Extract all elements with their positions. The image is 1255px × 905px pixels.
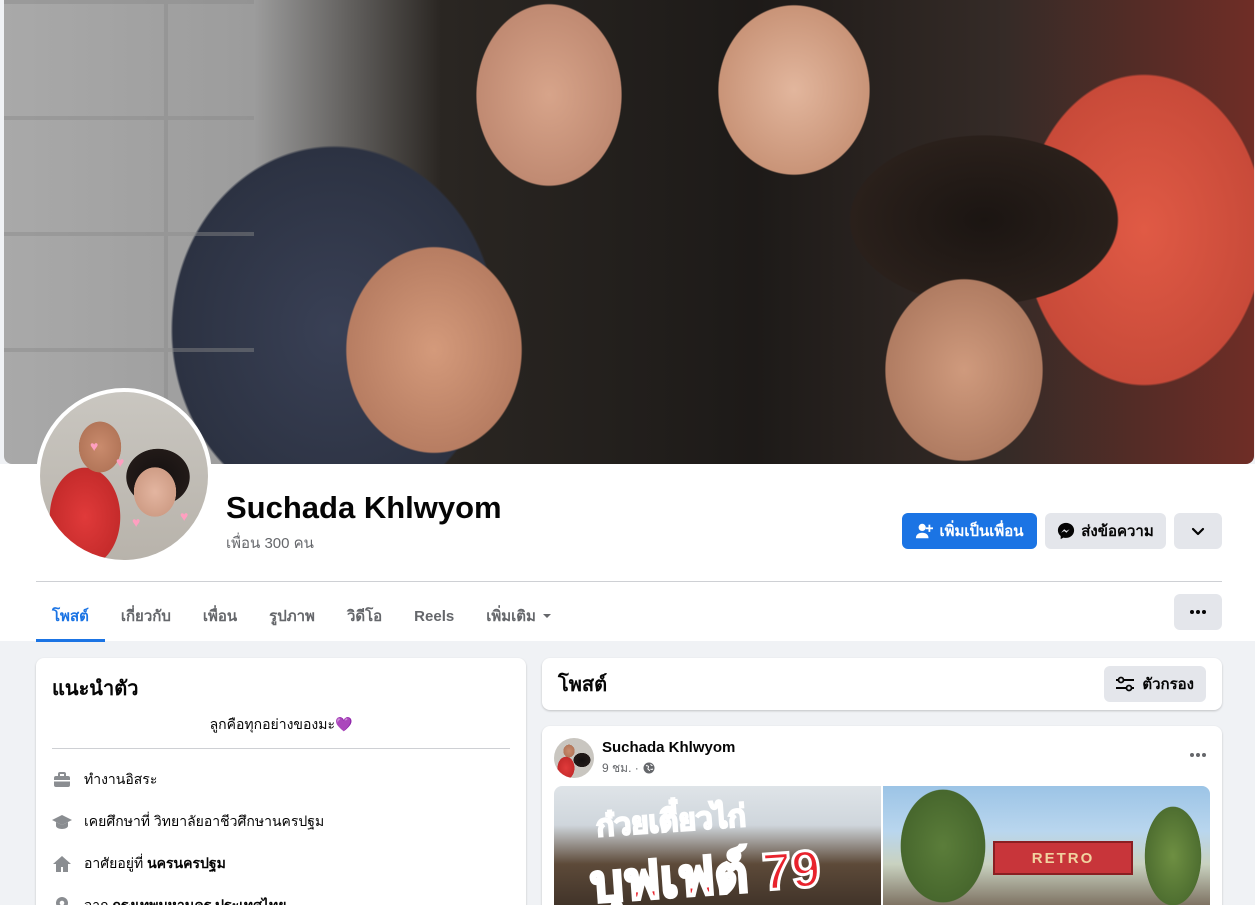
post-author-block: Suchada Khlwyom 9 ชม. ·	[554, 738, 1210, 778]
tab-posts[interactable]: โพสต์	[36, 590, 105, 642]
tab-label: เพื่อน	[202, 608, 238, 625]
tab-label: เกี่ยวกับ	[120, 608, 171, 625]
post-author-name[interactable]: Suchada Khlwyom	[602, 739, 735, 756]
heart-sticker-icon: ♥	[132, 514, 141, 530]
intro-from-prefix: จาก	[84, 897, 113, 905]
posts-title: โพสต์	[558, 674, 608, 696]
filter-label: ตัวกรอง	[1142, 676, 1194, 693]
intro-from-text: จาก กรุงเทพมหานคร ประเทศไทย	[84, 895, 286, 905]
message-label: ส่งข้อความ	[1081, 523, 1154, 540]
tab-about[interactable]: เกี่ยวกับ	[105, 590, 187, 642]
intro-lives-prefix: อาศัยอยู่ที่	[84, 855, 148, 871]
profile-tabs: โพสต์ เกี่ยวกับ เพื่อน รูปภาพ วิดีโอ Ree…	[36, 590, 568, 642]
heart-sticker-icon: ♥	[180, 508, 189, 524]
message-button[interactable]: ส่งข้อความ	[1045, 513, 1166, 549]
add-person-icon	[916, 523, 934, 539]
intro-lives-row: อาศัยอยู่ที่ นครนครปฐม	[52, 843, 510, 885]
heart-sticker-icon: ♥	[90, 438, 99, 454]
messenger-icon	[1058, 522, 1075, 540]
graduation-cap-icon	[52, 812, 72, 832]
intro-lives-text: อาศัยอยู่ที่ นครนครปฐม	[84, 853, 226, 875]
post-card: Suchada Khlwyom 9 ชม. · ก๋วยเตี๋ยวไก่ บุ…	[542, 726, 1222, 905]
add-friend-button[interactable]: เพิ่มเป็นเพื่อน	[902, 513, 1037, 549]
intro-education-text[interactable]: เคยศึกษาที่ วิทยาลัยอาชีวศึกษานครปฐม	[84, 811, 324, 833]
intro-from-row: จาก กรุงเทพมหานคร ประเทศไทย	[52, 885, 510, 905]
tab-label: โพสต์	[52, 608, 89, 625]
caret-down-icon	[542, 614, 551, 618]
header-divider	[36, 581, 1222, 582]
intro-title: แนะนำตัว	[52, 678, 139, 700]
intro-education-row: เคยศึกษาที่ วิทยาลัยอาชีวศึกษานครปฐม	[52, 801, 510, 843]
profile-options-dropdown[interactable]	[1174, 513, 1222, 549]
tab-more[interactable]: เพิ่มเติม	[470, 590, 568, 642]
tab-reels[interactable]: Reels	[398, 590, 470, 642]
tab-videos[interactable]: วิดีโอ	[331, 590, 398, 642]
tab-label: วิดีโอ	[346, 608, 383, 625]
post-image-noodle-promo[interactable]: ก๋วยเตี๋ยวไก่ บุฟเฟต์ 79	[554, 786, 881, 905]
location-pin-icon	[52, 896, 72, 905]
post-author-avatar[interactable]	[554, 738, 594, 778]
posts-header-card: โพสต์ ตัวกรอง	[542, 658, 1222, 710]
post-time[interactable]: 9 ชม. ·	[602, 759, 639, 778]
post-author-info: Suchada Khlwyom 9 ชม. ·	[602, 739, 735, 778]
intro-card: แนะนำตัว ลูกคือทุกอย่างของมะ💜 ทำงานอิสระ…	[36, 658, 526, 905]
intro-bio: ลูกคือทุกอย่างของมะ💜	[52, 714, 510, 749]
profile-name: Suchada Khlwyom	[226, 490, 502, 525]
ellipsis-icon	[1190, 753, 1206, 757]
filter-sliders-icon	[1116, 676, 1135, 692]
chevron-down-icon	[1191, 527, 1205, 536]
post-meta: 9 ชม. ·	[602, 759, 735, 778]
post-image-grid: ก๋วยเตี๋ยวไก่ บุฟเฟต์ 79 RETRO	[554, 786, 1210, 905]
heart-sticker-icon: ♥	[116, 454, 125, 470]
cover-photo[interactable]	[4, 0, 1254, 464]
profile-avatar[interactable]: ♥ ♥ ♥ ♥	[36, 388, 212, 564]
intro-work-text: ทำงานอิสระ	[84, 771, 158, 787]
tab-photos[interactable]: รูปภาพ	[253, 590, 331, 642]
home-icon	[52, 854, 72, 874]
add-friend-label: เพิ่มเป็นเพื่อน	[939, 523, 1024, 540]
tab-label: เพิ่มเติม	[486, 608, 536, 625]
ellipsis-icon	[1190, 610, 1206, 614]
filter-button[interactable]: ตัวกรอง	[1104, 666, 1206, 702]
globe-icon	[643, 762, 655, 774]
tab-label: Reels	[414, 607, 455, 625]
intro-from-place[interactable]: กรุงเทพมหานคร ประเทศไทย	[112, 897, 286, 905]
post-options-button[interactable]	[1190, 744, 1206, 762]
retro-sign: RETRO	[993, 841, 1133, 875]
tab-label: รูปภาพ	[269, 608, 315, 625]
more-options-button[interactable]	[1174, 594, 1222, 630]
intro-work-row: ทำงานอิสระ	[52, 759, 510, 801]
friends-count[interactable]: เพื่อน 300 คน	[226, 531, 314, 555]
briefcase-icon	[52, 770, 72, 790]
post-image-retro-shop[interactable]: RETRO	[883, 786, 1210, 905]
tab-friends[interactable]: เพื่อน	[187, 590, 253, 642]
profile-avatar-image: ♥ ♥ ♥ ♥	[40, 392, 208, 560]
intro-lives-place[interactable]: นครนครปฐม	[147, 855, 226, 871]
